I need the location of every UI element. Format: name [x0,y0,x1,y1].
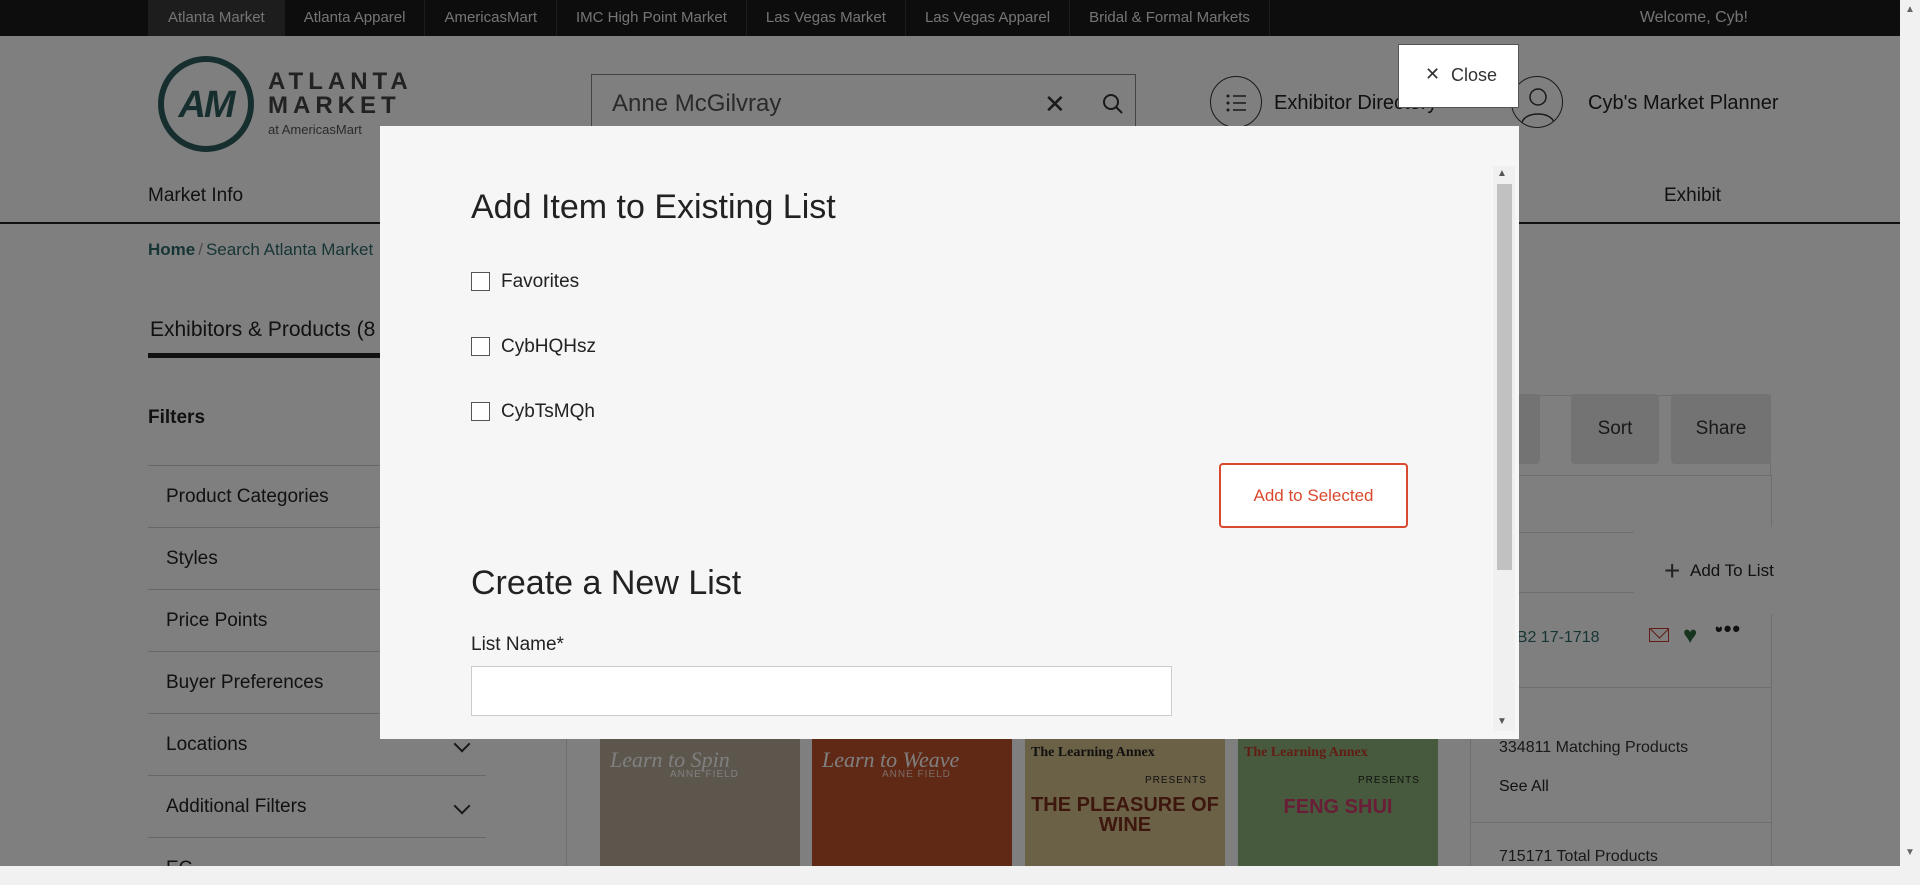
add-to-list-modal: Add Item to Existing List Favorites CybH… [380,126,1519,739]
list-name-label: List Name* [471,634,564,655]
new-list-heading: Create a New List [471,564,742,602]
scroll-down-icon[interactable]: ▼ [1905,847,1915,858]
list-option-label: CybHQHsz [501,336,597,357]
scroll-up-icon[interactable]: ▲ [1905,4,1915,15]
checkbox-cybtsmqh[interactable] [471,402,490,421]
close-icon: ✕ [1425,64,1441,84]
list-name-input[interactable] [471,666,1172,716]
close-button[interactable]: ✕ Close [1398,44,1519,108]
existing-list-heading: Add Item to Existing List [471,188,836,226]
list-option-label: Favorites [501,271,580,292]
close-label: Close [1451,65,1498,85]
add-to-selected-button[interactable]: Add to Selected [1219,463,1408,528]
list-option-label: CybTsMQh [501,401,595,422]
modal-scrollbar-thumb[interactable] [1497,184,1512,570]
checkbox-favorites[interactable] [471,272,490,291]
horizontal-scrollbar[interactable] [0,866,1900,885]
scroll-down-icon[interactable]: ▼ [1497,716,1507,727]
scroll-up-icon[interactable]: ▲ [1497,168,1507,179]
checkbox-cybhqhsz[interactable] [471,337,490,356]
page-scrollbar[interactable]: ▲ ▼ [1900,0,1920,885]
